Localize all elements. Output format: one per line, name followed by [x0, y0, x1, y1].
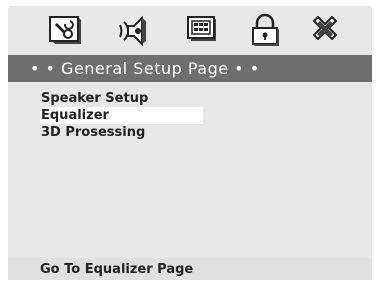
menu-item-3d-processing[interactable]: 3D Prosessing [40, 124, 203, 141]
exit-icon[interactable] [308, 13, 342, 47]
menu-item-speaker-setup[interactable]: Speaker Setup [40, 90, 203, 107]
page-title: • • General Setup Page • • [30, 59, 260, 78]
page-title-bar: • • General Setup Page • • [8, 55, 372, 82]
setup-menu-list: Speaker Setup Equalizer 3D Prosessing [40, 90, 203, 141]
menu-item-equalizer[interactable]: Equalizer [40, 107, 203, 124]
status-text: Go To Equalizer Page [40, 261, 194, 277]
speaker-setup-icon[interactable] [116, 13, 150, 47]
password-lock-icon[interactable] [248, 13, 282, 47]
icon-bar [8, 6, 372, 54]
setup-menu-screen: • • General Setup Page • • Speaker Setup… [0, 0, 379, 282]
status-bar: Go To Equalizer Page [8, 258, 372, 280]
video-setup-icon[interactable] [186, 13, 220, 47]
general-setup-icon[interactable] [48, 13, 82, 47]
